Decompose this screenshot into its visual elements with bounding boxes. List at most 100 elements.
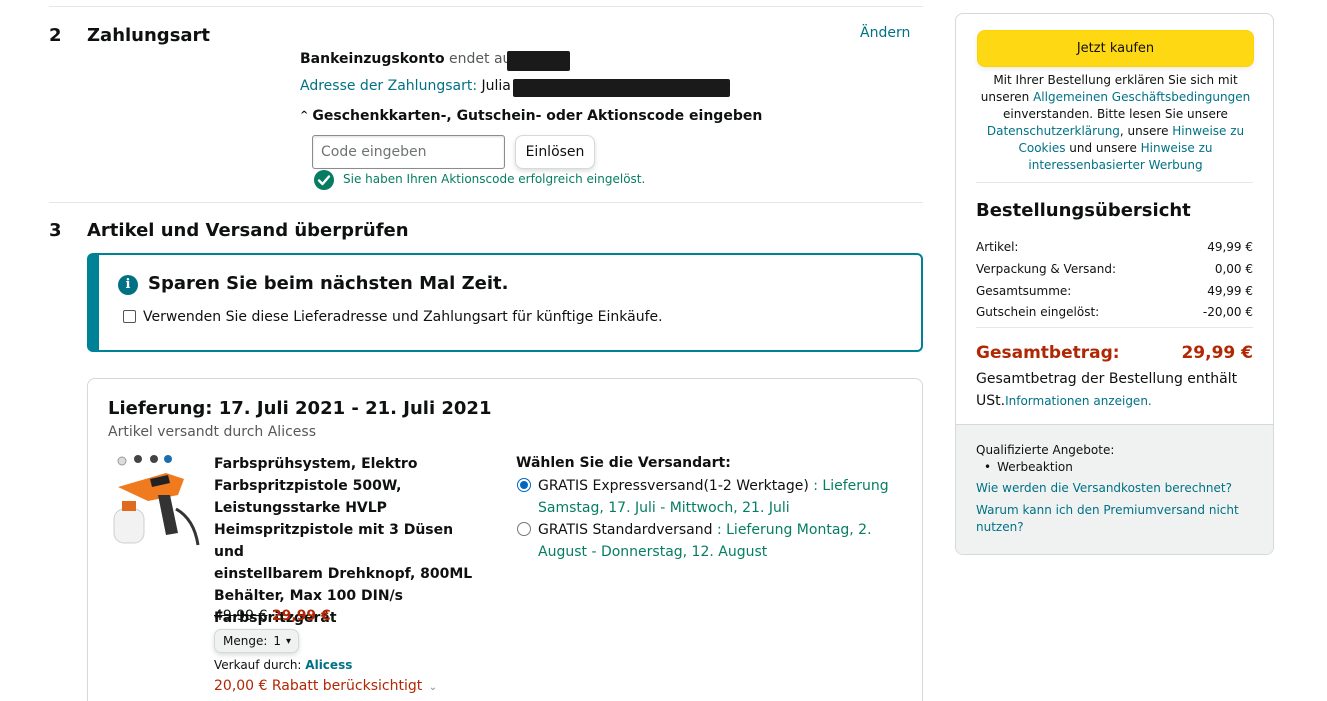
ads-link[interactable]: interessenbasierter Werbung bbox=[966, 157, 1265, 174]
shipping-radio-express[interactable] bbox=[517, 478, 531, 492]
buy-now-button[interactable]: Jetzt kaufen bbox=[977, 30, 1254, 67]
section-title-payment: Zahlungsart bbox=[87, 25, 211, 46]
bank-account-line: Bankeinzugskonto endet auf bbox=[300, 51, 516, 67]
product-title-line: Farbspritzpistole 500W, bbox=[214, 478, 402, 494]
product-title-line: Farbsprühsystem, Elektro bbox=[214, 456, 418, 472]
qualified-offers-section: Qualifizierte Angebote: • Werbeaktion Wie… bbox=[956, 424, 1273, 554]
shipping-heading: Wählen Sie die Versandart: bbox=[516, 455, 731, 471]
cookies-link[interactable]: Cookies bbox=[1018, 141, 1065, 155]
shipping-option-detail: August - Donnerstag, 12. August bbox=[538, 544, 768, 560]
product-price: 49,99 € 29,99 € bbox=[214, 608, 331, 624]
section-title-review: Artikel und Versand überprüfen bbox=[87, 220, 409, 241]
summary-row-value: 49,99 € bbox=[1207, 240, 1253, 254]
payment-address-label[interactable]: Adresse der Zahlungsart: bbox=[300, 78, 477, 94]
seller-link[interactable]: Alicess bbox=[305, 658, 352, 672]
shipping-option-label: GRATIS Expressversand(1-2 Werktage) bbox=[538, 478, 809, 494]
seller-label: Verkauf durch: bbox=[214, 658, 302, 672]
shipping-option-standard[interactable]: GRATIS Standardversand : Lieferung Monta… bbox=[538, 519, 918, 563]
summary-row-label: Gutschein eingelöst: bbox=[976, 305, 1100, 319]
qualified-title: Qualifizierte Angebote: bbox=[976, 443, 1115, 457]
save-time-box: i Sparen Sie beim nächsten Mal Zeit. Ver… bbox=[87, 253, 923, 352]
promo-success-message: Sie haben Ihren Aktionscode erfolgreich … bbox=[343, 172, 646, 186]
discount-toggle[interactable]: 20,00 € Rabatt berücksichtigt ⌄ bbox=[214, 678, 437, 694]
divider bbox=[976, 182, 1253, 183]
product-title-line: Heimspritzpistole mit 3 Düsen und bbox=[214, 522, 454, 560]
seller-line: Verkauf durch: Alicess bbox=[214, 658, 352, 672]
bullet-icon: • bbox=[984, 460, 992, 474]
divider bbox=[976, 327, 1253, 328]
premium-link-line: Warum kann ich den Premiumversand nicht bbox=[976, 503, 1239, 517]
shipping-radio-standard[interactable] bbox=[517, 522, 531, 536]
legal-text-part: unseren bbox=[980, 90, 1030, 104]
privacy-link[interactable]: Datenschutzerklärung bbox=[987, 124, 1120, 138]
save-time-title: Sparen Sie beim nächsten Mal Zeit. bbox=[148, 273, 509, 294]
shipping-option-express[interactable]: GRATIS Expressversand(1-2 Werktage) : Li… bbox=[538, 475, 918, 519]
total-value: 29,99 € bbox=[1181, 343, 1253, 363]
legal-line: Cookies und unsere Hinweise zu bbox=[966, 140, 1265, 157]
legal-line: unseren Allgemeinen Geschäftsbedingungen bbox=[966, 89, 1265, 106]
delivery-card: Lieferung: 17. Juli 2021 - 21. Juli 2021… bbox=[87, 378, 923, 701]
summary-row-value: 0,00 € bbox=[1214, 262, 1253, 276]
chevron-down-icon: ▾ bbox=[286, 635, 292, 647]
gift-code-toggle[interactable]: ^ Geschenkkarten-, Gutschein- oder Aktion… bbox=[300, 108, 762, 124]
summary-row-label: Gesamtsumme: bbox=[976, 284, 1072, 298]
product-title[interactable]: Farbsprühsystem, Elektro Farbspritzpisto… bbox=[214, 453, 484, 629]
section-number: 2 bbox=[49, 25, 62, 46]
discount-text: 20,00 € Rabatt berücksichtigt bbox=[214, 678, 423, 694]
save-preferences-checkbox[interactable] bbox=[123, 310, 136, 323]
cookies-link[interactable]: Hinweise zu bbox=[1172, 124, 1244, 138]
summary-row-value: -20,00 € bbox=[1202, 305, 1253, 319]
old-price: 49,99 € bbox=[214, 608, 268, 624]
shipping-option-label: GRATIS Standardversand bbox=[538, 522, 713, 538]
product-title-line: Behälter, Max 100 DIN/s bbox=[214, 588, 403, 604]
vat-text: USt. bbox=[976, 393, 1006, 409]
shipping-option-detail: Lieferung Montag, 2. bbox=[726, 522, 872, 538]
qualified-item: • Werbeaktion bbox=[984, 460, 1073, 474]
vat-note: Gesamtbetrag der Bestellung enthält USt.… bbox=[976, 368, 1256, 412]
summary-title: Bestellungsübersicht bbox=[976, 200, 1191, 221]
vat-line: Gesamtbetrag der Bestellung enthält bbox=[976, 371, 1238, 387]
shipping-cost-link[interactable]: Wie werden die Versandkosten berechnet? bbox=[976, 481, 1232, 495]
section-number: 3 bbox=[49, 220, 62, 241]
shipping-option-detail: Lieferung bbox=[822, 478, 889, 494]
payment-address-line: Adresse der Zahlungsart: Julia bbox=[300, 78, 511, 94]
payment-address-name: Julia bbox=[481, 78, 511, 94]
premium-link-line: nutzen? bbox=[976, 520, 1024, 534]
info-icon: i bbox=[118, 275, 138, 295]
ads-link[interactable]: Hinweise zu bbox=[1141, 141, 1213, 155]
quantity-label: Menge: bbox=[223, 634, 268, 648]
product-title-line: Leistungsstarke HVLP bbox=[214, 500, 387, 516]
change-payment-link[interactable]: Ändern bbox=[860, 25, 910, 41]
quantity-dropdown[interactable]: Menge: 1 ▾ bbox=[214, 629, 299, 653]
legal-text-part: , unsere bbox=[1119, 124, 1169, 138]
premium-shipping-link[interactable]: Warum kann ich den Premiumversand nicht … bbox=[976, 502, 1239, 536]
legal-line: Mit Ihrer Bestellung erklären Sie sich m… bbox=[993, 73, 1238, 87]
quantity-value: 1 bbox=[273, 634, 282, 648]
vat-info-link[interactable]: Informationen anzeigen. bbox=[1005, 394, 1152, 408]
redacted-block bbox=[507, 51, 570, 71]
gift-code-toggle-label: Geschenkkarten-, Gutschein- oder Aktions… bbox=[312, 108, 763, 124]
legal-line: einverstanden. Bitte lesen Sie unsere bbox=[1003, 107, 1228, 121]
chevron-down-icon: ⌄ bbox=[428, 682, 438, 693]
qualified-item-label: Werbeaktion bbox=[997, 460, 1073, 474]
terms-link[interactable]: Allgemeinen Geschäftsbedingungen bbox=[1033, 90, 1250, 104]
redeem-button[interactable]: Einlösen bbox=[515, 135, 595, 169]
shipping-option-detail: Samstag, 17. Juli - Mittwoch, 21. Juli bbox=[538, 500, 790, 516]
chevron-up-icon: ^ bbox=[300, 110, 309, 121]
delivery-date-title: Lieferung: 17. Juli 2021 - 21. Juli 2021 bbox=[108, 398, 492, 419]
summary-row-label: Verpackung & Versand: bbox=[976, 262, 1117, 276]
product-title-line: einstellbarem Drehknopf, 800ML bbox=[214, 566, 473, 582]
legal-text: Mit Ihrer Bestellung erklären Sie sich m… bbox=[966, 72, 1265, 174]
legal-text-part: und unsere bbox=[1069, 141, 1137, 155]
product-image[interactable] bbox=[108, 449, 204, 553]
order-summary-panel: Jetzt kaufen Mit Ihrer Bestellung erklär… bbox=[955, 13, 1274, 555]
summary-row-label: Artikel: bbox=[976, 240, 1019, 254]
promo-code-input[interactable]: Code eingeben bbox=[312, 135, 505, 169]
shipping-option-sep: : bbox=[808, 478, 823, 494]
divider bbox=[49, 202, 923, 203]
success-check-icon bbox=[314, 170, 334, 190]
divider bbox=[49, 6, 923, 7]
legal-line: Datenschutzerklärung, unsere Hinweise zu bbox=[966, 123, 1265, 140]
bank-account-label: Bankeinzugskonto bbox=[300, 51, 445, 67]
shipped-by-text: Artikel versandt durch Alicess bbox=[108, 424, 316, 440]
